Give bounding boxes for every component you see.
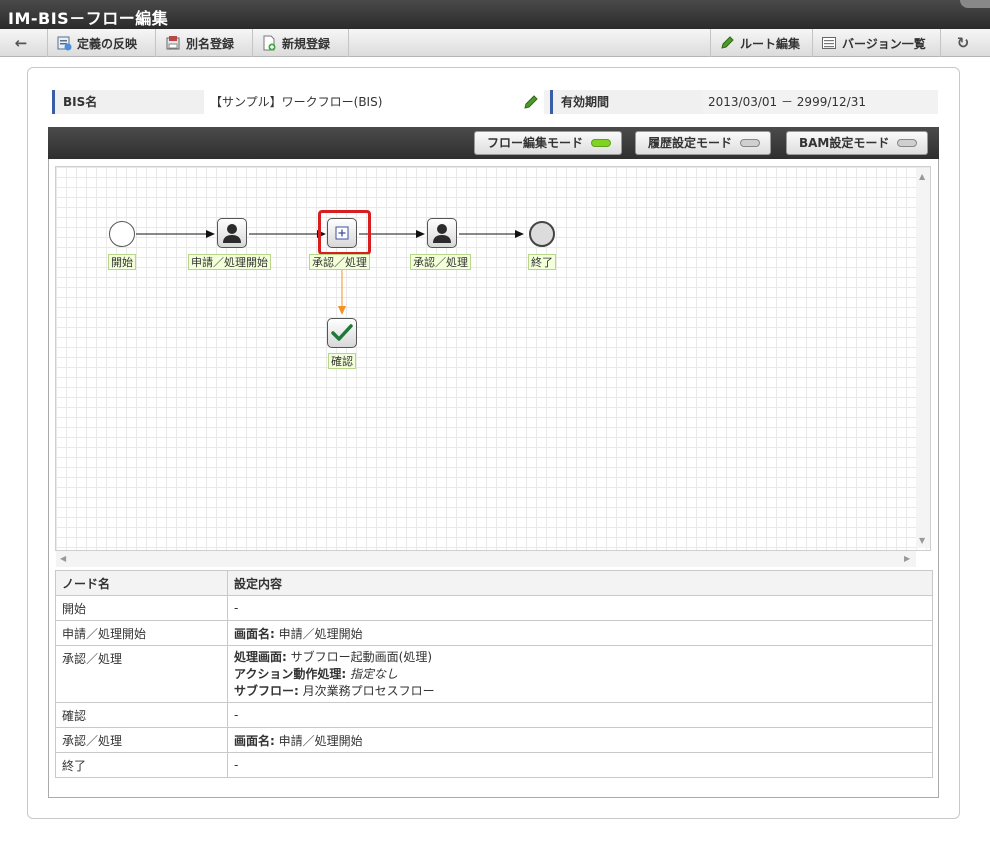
node-name-cell: 申請／処理開始 — [55, 620, 228, 646]
approve-subflow-node[interactable] — [327, 218, 357, 248]
table-row: 終了 - — [55, 752, 933, 778]
confirm-node-label: 確認 — [328, 353, 356, 369]
table-header-row: ノード名 設定内容 — [55, 570, 933, 596]
approve2-node[interactable] — [427, 218, 457, 248]
node-name-cell: 終了 — [55, 752, 228, 778]
apply-node-label: 申請／処理開始 — [188, 254, 271, 270]
settings-key: 画面名: — [234, 626, 275, 641]
table-row: 承認／処理 処理画面: サブフロー起動画面(処理) アクション動作処理: 指定な… — [55, 645, 933, 703]
settings-cell: - — [227, 752, 933, 778]
table-row: 承認／処理 画面名: 申請／処理開始 — [55, 727, 933, 753]
settings-value: 申請／処理開始 — [278, 626, 363, 641]
settings-value: サブフロー起動画面(処理) — [290, 649, 433, 664]
settings-value: 指定なし — [350, 666, 399, 681]
apply-node[interactable] — [217, 218, 247, 248]
start-node-label: 開始 — [108, 254, 136, 270]
settings-cell: 処理画面: サブフロー起動画面(処理) アクション動作処理: 指定なし サブフロ… — [227, 645, 933, 703]
end-node-label: 終了 — [528, 254, 556, 270]
settings-line: サブフロー: 月次業務プロセスフロー — [234, 683, 926, 700]
table-row: 確認 - — [55, 702, 933, 728]
settings-value: 月次業務プロセスフロー — [302, 683, 435, 698]
approve-node-label: 承認／処理 — [309, 254, 370, 270]
settings-cell: - — [227, 702, 933, 728]
user-icon — [223, 224, 241, 243]
node-name-cell: 承認／処理 — [55, 645, 228, 703]
subflow-icon — [335, 226, 349, 240]
node-name-header: ノード名 — [55, 570, 228, 596]
checkmark-icon — [331, 324, 353, 341]
node-settings-table: ノード名 設定内容 開始 - 申請／処理開始 画面名: 申請／処理開始 承認／処… — [55, 570, 933, 778]
settings-key: 処理画面: — [234, 649, 287, 664]
settings-cell: 画面名: 申請／処理開始 — [227, 727, 933, 753]
end-node[interactable] — [529, 221, 555, 247]
settings-key: サブフロー: — [234, 683, 299, 698]
settings-cell: 画面名: 申請／処理開始 — [227, 620, 933, 646]
user-icon — [433, 224, 451, 243]
settings-line: 処理画面: サブフロー起動画面(処理) — [234, 649, 926, 666]
confirm-node[interactable] — [327, 318, 357, 348]
settings-value: 申請／処理開始 — [278, 733, 363, 748]
node-name-cell: 確認 — [55, 702, 228, 728]
table-row: 開始 - — [55, 595, 933, 621]
start-node[interactable] — [109, 221, 135, 247]
table-row: 申請／処理開始 画面名: 申請／処理開始 — [55, 620, 933, 646]
settings-header: 設定内容 — [227, 570, 933, 596]
node-name-cell: 承認／処理 — [55, 727, 228, 753]
node-name-cell: 開始 — [55, 595, 228, 621]
settings-cell: - — [227, 595, 933, 621]
settings-key: アクション動作処理: — [234, 666, 347, 681]
approve2-node-label: 承認／処理 — [410, 254, 471, 270]
settings-line: アクション動作処理: 指定なし — [234, 666, 926, 683]
settings-key: 画面名: — [234, 733, 275, 748]
